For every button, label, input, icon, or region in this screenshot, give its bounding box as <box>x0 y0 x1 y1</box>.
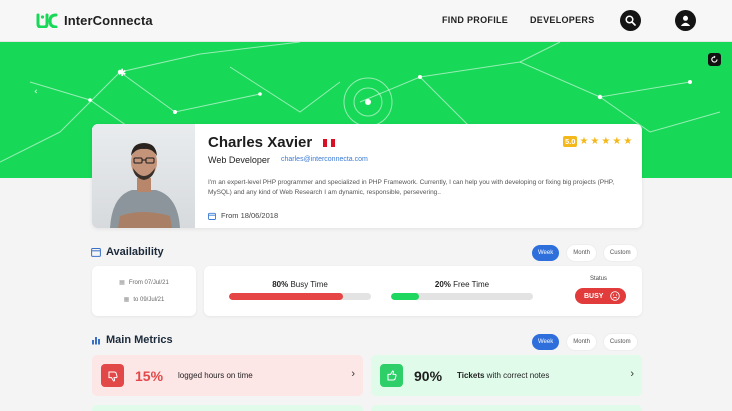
refresh-button[interactable] <box>708 53 721 66</box>
free-time-fill <box>391 293 420 300</box>
availability-title: Availability <box>106 246 164 258</box>
metric-value: 90% <box>414 368 443 384</box>
metric-card-tickets[interactable]: 90% Tickets with correct notes › <box>371 355 642 396</box>
interconnecta-logo-icon <box>36 13 58 28</box>
chevron-right-icon: › <box>630 368 634 380</box>
search-button[interactable] <box>620 10 641 31</box>
profile-name: Charles Xavier <box>208 134 313 151</box>
status-busy-button[interactable]: BUSY <box>575 288 626 304</box>
free-time-label: 20% Free Time <box>391 280 533 289</box>
tab-custom[interactable]: Custom <box>603 334 637 350</box>
user-circle-icon <box>680 15 691 26</box>
nav-find-profile[interactable]: FIND PROFILE <box>442 15 508 25</box>
calendar-icon <box>91 248 101 257</box>
star-icon: ★ <box>612 135 622 147</box>
account-button[interactable] <box>675 10 696 31</box>
tab-week[interactable]: Week <box>532 334 560 350</box>
refresh-icon <box>711 55 718 63</box>
metric-label: logged hours on time <box>178 371 253 380</box>
rating-score: 5.0 <box>563 136 578 147</box>
member-since-text: From 18/06/2018 <box>221 211 279 220</box>
thumbs-down-icon-graphic <box>108 371 118 382</box>
top-navigation-bar: InterConnecta FIND PROFILE DEVELOPERS <box>0 0 732 42</box>
tab-month[interactable]: Month <box>567 334 596 350</box>
chevron-right-icon: › <box>351 368 355 380</box>
app-name: InterConnecta <box>64 12 153 28</box>
thumbs-up-icon-graphic <box>387 369 397 380</box>
sad-face-icon <box>610 291 621 301</box>
app-logo[interactable]: InterConnecta <box>36 12 153 28</box>
nav-developers[interactable]: DEVELOPERS <box>530 15 595 25</box>
status-label: Status <box>590 276 608 282</box>
profile-role: Web Developer <box>208 155 270 165</box>
star-icon: ★ <box>623 135 633 147</box>
profile-card: Charles Xavier 5.0 ★ ★ ★ ★ ★ Web Develop… <box>92 124 642 228</box>
star-icon: ★ <box>590 135 600 147</box>
free-percent: 20% <box>434 280 451 289</box>
calendar-icon: ▦ <box>123 297 130 303</box>
person-photo-graphic <box>110 143 180 228</box>
svg-text:✱: ✱ <box>118 68 126 79</box>
busy-time-fill <box>229 293 343 300</box>
profile-email-link[interactable]: charles@interconnecta.com <box>281 156 368 163</box>
country-flag-icon <box>323 139 335 147</box>
date-range-card: ▦ From 07/Jul/21 ▦ to 09/Jul/21 <box>92 266 196 316</box>
availability-range-tabs: Week Month Custom <box>532 245 637 261</box>
metric-label: Tickets with correct notes <box>457 371 549 380</box>
bar-chart-icon <box>92 337 100 345</box>
status-text: BUSY <box>584 292 604 300</box>
free-time-bar <box>391 293 533 300</box>
thumbs-down-icon <box>101 364 124 387</box>
metric-card-partial <box>92 405 363 411</box>
calendar-icon: ▦ <box>119 280 125 286</box>
busy-percent: 80% <box>272 280 289 289</box>
date-to[interactable]: ▦ to 09/Jul/21 <box>92 296 196 304</box>
search-icon <box>625 15 636 26</box>
main-metrics-title: Main Metrics <box>106 334 173 346</box>
date-from[interactable]: ▦ From 07/Jul/21 <box>92 279 196 287</box>
busy-text: Busy Time <box>288 280 328 289</box>
member-since: From 18/06/2018 <box>208 211 278 220</box>
star-icon: ★ <box>601 135 611 147</box>
metric-label-bold: Tickets <box>457 371 485 380</box>
calendar-icon <box>208 212 216 220</box>
availability-summary-card: 80% Busy Time 20% Free Time Status BUSY <box>204 266 642 316</box>
busy-time-label: 80% Busy Time <box>229 280 371 289</box>
busy-time-bar <box>229 293 371 300</box>
profile-photo <box>92 124 195 228</box>
metric-card-partial <box>371 405 642 411</box>
star-icon: ★ <box>579 135 589 147</box>
free-text: Free Time <box>450 280 490 289</box>
tab-week[interactable]: Week <box>532 245 560 261</box>
metric-label-rest: with correct notes <box>484 371 550 380</box>
availability-heading: Availability <box>91 246 164 258</box>
tab-month[interactable]: Month <box>567 245 596 261</box>
svg-text:‹: ‹ <box>34 87 38 97</box>
metric-card-logged-hours[interactable]: 15% logged hours on time › <box>92 355 363 396</box>
metrics-range-tabs: Week Month Custom <box>532 334 637 350</box>
metric-value: 15% <box>135 368 164 384</box>
date-from-text: From 07/Jul/21 <box>128 279 169 286</box>
tab-custom[interactable]: Custom <box>603 245 637 261</box>
thumbs-up-icon <box>380 364 403 387</box>
profile-rating: 5.0 ★ ★ ★ ★ ★ <box>563 136 632 147</box>
flag-stripe <box>331 139 335 147</box>
date-to-text: to 09/Jul/21 <box>133 296 165 303</box>
main-metrics-heading: Main Metrics <box>91 334 173 346</box>
profile-bio: I'm an expert-level PHP programmer and s… <box>208 179 615 196</box>
